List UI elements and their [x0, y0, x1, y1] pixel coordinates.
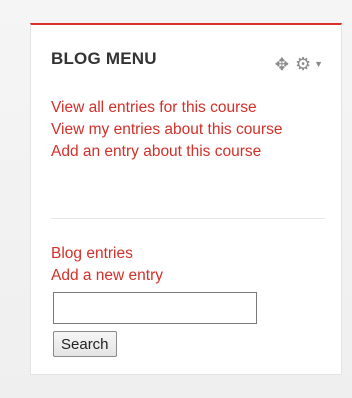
block-header: BLOG MENU ✥ ⚙ ▼	[51, 49, 325, 73]
view-all-entries-link[interactable]: View all entries for this course	[51, 97, 329, 119]
move-icon[interactable]: ✥	[275, 56, 289, 73]
search-button[interactable]: Search	[53, 331, 117, 357]
course-links: View all entries for this course View my…	[51, 97, 329, 163]
gear-icon[interactable]: ⚙	[295, 55, 311, 73]
block-controls: ✥ ⚙ ▼	[275, 55, 323, 73]
block-title: BLOG MENU	[51, 49, 157, 68]
blog-menu-block: BLOG MENU ✥ ⚙ ▼ View all entries for thi…	[30, 23, 342, 375]
add-new-entry-link[interactable]: Add a new entry	[51, 265, 163, 287]
add-course-entry-link[interactable]: Add an entry about this course	[51, 141, 329, 163]
divider	[51, 218, 325, 219]
view-my-entries-link[interactable]: View my entries about this course	[51, 119, 329, 141]
blog-entries-link[interactable]: Blog entries	[51, 243, 163, 265]
search-input[interactable]	[53, 292, 257, 324]
caret-down-icon[interactable]: ▼	[314, 59, 323, 69]
blog-links: Blog entries Add a new entry	[51, 243, 163, 287]
